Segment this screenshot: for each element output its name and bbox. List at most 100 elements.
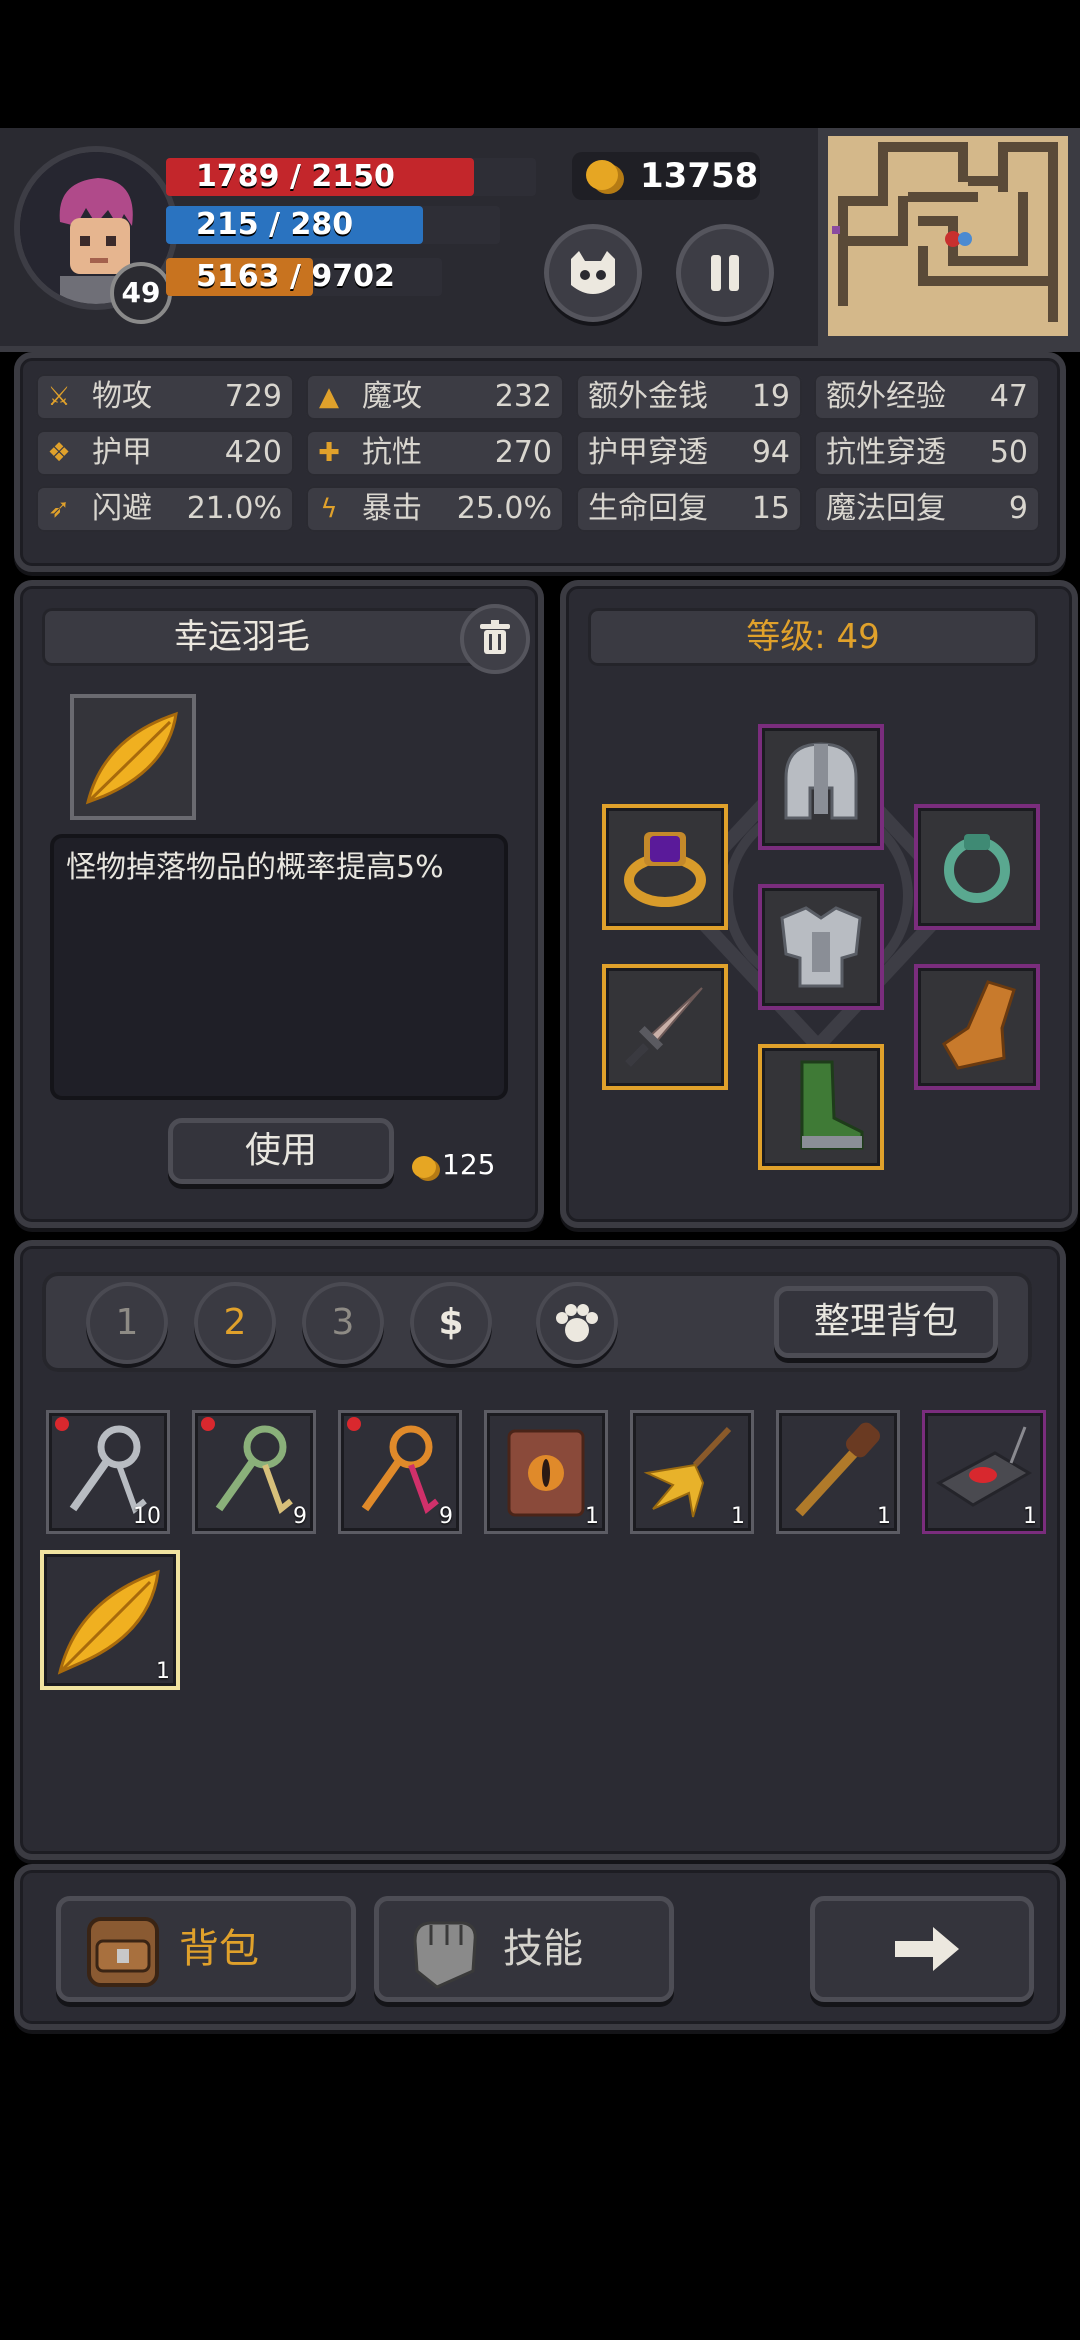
level-title-bar: 等级: 49 (588, 608, 1038, 666)
stat-10: ϟ 暴击 25.0% (306, 486, 564, 532)
item-title-bar: 幸运羽毛 (42, 608, 518, 666)
inventory-slot-4[interactable]: 1 (484, 1410, 608, 1534)
sort-backpack-button[interactable]: 整理背包 (774, 1286, 998, 1358)
pause-button[interactable] (676, 224, 774, 322)
inventory-slot-3[interactable]: 9 (338, 1410, 462, 1534)
gold-counter: 13758 (572, 152, 760, 200)
stat-label: 抗性穿透 (826, 435, 946, 470)
inventory-tab-bar: 1 2 3 $ 整理背包 (42, 1272, 1032, 1372)
equip-slot-dagger[interactable] (602, 964, 728, 1090)
equip-slot-armor[interactable] (758, 884, 884, 1010)
inventory-slot-2[interactable]: 9 (192, 1410, 316, 1534)
item-count: 1 (731, 1504, 745, 1529)
item-count: 9 (293, 1504, 307, 1529)
stat-11: 生命回复 15 (576, 486, 802, 532)
dodge-runner-icon: ➶ (48, 494, 70, 524)
stat-value: 47 (989, 379, 1028, 414)
stat-label: 额外金钱 (588, 379, 708, 414)
item-count: 1 (877, 1504, 891, 1529)
nav-skills-label: 技能 (503, 1926, 583, 1972)
stat-value: 25.0% (456, 491, 552, 526)
inventory-tab-shop[interactable]: $ (410, 1282, 492, 1364)
inventory-slot-6[interactable]: 1 (776, 1410, 900, 1534)
stat-label: 护甲 (92, 435, 152, 470)
hp-text: 1789 / 2150 (196, 159, 395, 194)
monster-face-icon (571, 251, 615, 294)
stat-value: 19 (751, 379, 790, 414)
stat-5: ❖ 护甲 420 (36, 430, 294, 476)
inventory-tab-pet[interactable] (536, 1282, 618, 1364)
stat-label: 抗性 (362, 435, 422, 470)
new-item-dot (347, 1417, 361, 1431)
pause-icon (711, 255, 739, 291)
backpack-icon (87, 1917, 159, 1987)
stat-value: 21.0% (186, 491, 282, 526)
stat-1: ⚔ 物攻 729 (36, 374, 294, 420)
minimap-maze (828, 136, 1068, 336)
item-detail-panel: 幸运羽毛 怪物掉落物品的概率提高5% 使用 125 (14, 580, 544, 1228)
stat-4: 额外经验 47 (814, 374, 1040, 420)
nav-skills-button[interactable]: 技能 (374, 1896, 674, 2002)
monster-guide-button[interactable] (544, 224, 642, 322)
equip-slot-ring-gold[interactable] (602, 804, 728, 930)
stat-label: 闪避 (92, 491, 152, 526)
crit-bolt-icon: ϟ (320, 494, 338, 524)
equip-slot-ring-jade[interactable] (914, 804, 1040, 930)
xp-text: 5163 / 9702 (196, 259, 395, 294)
dagger-icon (625, 987, 703, 1067)
nav-backpack-button[interactable]: 背包 (56, 1896, 356, 2002)
helmet-icon (784, 742, 858, 820)
armor-paw-icon: ❖ (47, 438, 71, 468)
stat-label: 额外经验 (826, 379, 946, 414)
gold-coin-icon (586, 160, 618, 190)
xp-bar: 5163 / 9702 (166, 258, 442, 296)
equip-slot-boots[interactable] (758, 1044, 884, 1170)
equip-slot-gauntlet[interactable] (914, 964, 1040, 1090)
inventory-slot-5[interactable]: 1 (630, 1410, 754, 1534)
stat-value: 50 (989, 435, 1028, 470)
use-item-button[interactable]: 使用 (168, 1118, 394, 1184)
stats-panel: ⚔ 物攻 729 ▲ 魔攻 232 额外金钱 19 额外经验 47 ❖ 护甲 420 ✚ 抗性 270 护甲穿透… (14, 352, 1066, 572)
inventory-slot-1[interactable]: 10 (46, 1410, 170, 1534)
item-price: 125 (442, 1148, 496, 1181)
stat-2: ▲ 魔攻 232 (306, 374, 564, 420)
fist-icon (413, 1921, 477, 1989)
stat-label: 魔法回复 (826, 491, 946, 526)
stat-value: 232 (494, 379, 552, 414)
stat-value: 729 (224, 379, 282, 414)
stat-12: 魔法回复 9 (814, 486, 1040, 532)
discard-item-button[interactable] (460, 604, 530, 674)
stat-label: 暴击 (362, 491, 422, 526)
inventory-slot-8-selected[interactable]: 1 (40, 1550, 180, 1690)
inventory-tab-3[interactable]: 3 (302, 1282, 384, 1364)
equip-slot-helmet[interactable] (758, 724, 884, 850)
inventory-tab-1[interactable]: 1 (86, 1282, 168, 1364)
stat-value: 9 (1008, 491, 1028, 526)
stat-value: 270 (494, 435, 552, 470)
top-hud: 49 1789 / 2150 215 / 280 5163 / 9702 137… (0, 128, 1080, 352)
gem-ring-icon (624, 832, 706, 907)
stat-9: ➶ 闪避 21.0% (36, 486, 294, 532)
paw-icon (556, 1304, 598, 1342)
player-level-badge: 49 (110, 262, 172, 324)
mp-bar: 215 / 280 (166, 206, 500, 244)
stat-3: 额外金钱 19 (576, 374, 802, 420)
bottom-nav: 背包 技能 (14, 1864, 1066, 2030)
nav-next-button[interactable] (810, 1896, 1034, 2002)
stat-label: 魔攻 (362, 379, 422, 414)
inventory-tab-2[interactable]: 2 (194, 1282, 276, 1364)
inventory-slot-7[interactable]: 1 (922, 1410, 1046, 1534)
item-count: 1 (585, 1504, 599, 1529)
lucky-feather-icon (85, 711, 178, 805)
minimap[interactable] (818, 128, 1080, 350)
stat-label: 护甲穿透 (588, 435, 708, 470)
selected-item-slot (70, 694, 196, 820)
item-title: 幸运羽毛 (174, 617, 310, 657)
new-item-dot (55, 1417, 69, 1431)
stat-label: 物攻 (92, 379, 152, 414)
jade-ring-icon (944, 834, 1010, 903)
gauntlet-icon (941, 980, 1016, 1070)
price-coin-icon (412, 1156, 436, 1178)
gold-amount: 13758 (640, 156, 759, 196)
stat-8: 抗性穿透 50 (814, 430, 1040, 476)
